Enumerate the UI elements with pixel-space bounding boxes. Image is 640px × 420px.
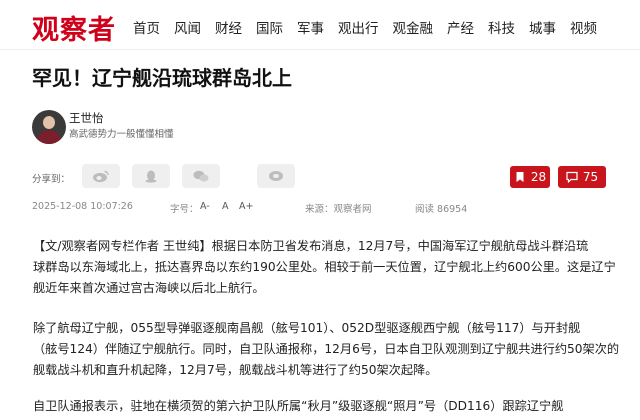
nav-item-international[interactable]: 国际 bbox=[256, 17, 283, 37]
like-count: 28 bbox=[530, 170, 547, 184]
qq-icon bbox=[145, 170, 157, 183]
share-more-button[interactable] bbox=[257, 164, 295, 188]
bookmark-icon bbox=[516, 172, 524, 182]
nav-item-video[interactable]: 视频 bbox=[570, 17, 597, 37]
comment-count: 75 bbox=[582, 170, 599, 184]
share-qq-button[interactable] bbox=[132, 164, 170, 188]
article-paragraph: 自卫队通报表示，驻地在横须贺的第六护卫队所属“秋月”级驱逐舰“照月”号（DD11… bbox=[33, 399, 564, 413]
site-logo[interactable]: 观察者 bbox=[32, 8, 116, 47]
avatar-head bbox=[43, 116, 55, 129]
article-source: 来源：观察者网 bbox=[305, 204, 372, 215]
author-description: 高武德势力一般懂懂相懂 bbox=[69, 129, 174, 140]
nav-item-industry[interactable]: 产经 bbox=[447, 17, 474, 37]
font-smaller-button[interactable]: A- bbox=[200, 201, 210, 212]
avatar-body bbox=[37, 130, 61, 144]
article-paragraph: 除了航母辽宁舰，055型导弹驱逐舰南昌舰（舷号101）、052D型驱逐舰西宁舰（… bbox=[33, 321, 620, 377]
font-size-label: 字号： bbox=[170, 204, 199, 215]
nav-item-city[interactable]: 城事 bbox=[529, 17, 556, 37]
font-normal-button[interactable]: A bbox=[222, 201, 229, 212]
top-navbar: 观察者 首页 风闻 财经 国际 军事 观出行 观金融 产经 科技 城事 视频 bbox=[0, 0, 640, 50]
like-button[interactable]: 28 bbox=[510, 166, 550, 188]
nav-item-travel[interactable]: 观出行 bbox=[338, 17, 379, 37]
nav-item-finance-view[interactable]: 观金融 bbox=[393, 17, 434, 37]
share-wechat-button[interactable] bbox=[182, 164, 220, 188]
nav-item-home[interactable]: 首页 bbox=[133, 17, 160, 37]
wechat-icon bbox=[193, 170, 209, 182]
nav-item-fengwen[interactable]: 风闻 bbox=[174, 17, 201, 37]
author-name[interactable]: 王世怡 bbox=[69, 110, 104, 126]
main-nav: 首页 风闻 财经 国际 军事 观出行 观金融 产经 科技 城事 视频 bbox=[133, 17, 611, 37]
more-icon bbox=[269, 171, 283, 181]
article-paragraph: 【文/观察者网专栏作者 王世纯】根据日本防卫省发布消息，12月7号，中国海军辽宁… bbox=[33, 239, 616, 295]
share-weibo-button[interactable] bbox=[82, 164, 120, 188]
font-larger-button[interactable]: A+ bbox=[239, 201, 253, 212]
nav-item-finance[interactable]: 财经 bbox=[215, 17, 242, 37]
share-label: 分享到： bbox=[32, 174, 71, 185]
nav-item-tech[interactable]: 科技 bbox=[488, 17, 515, 37]
publish-datetime: 2025-12-08 10:07:26 bbox=[32, 201, 133, 212]
weibo-icon bbox=[93, 170, 109, 183]
comment-button[interactable]: 75 bbox=[558, 166, 606, 188]
article-title: 罕见！辽宁舰沿琉球群岛北上 bbox=[32, 66, 292, 90]
view-count: 阅读 86954 bbox=[415, 204, 468, 215]
comment-icon bbox=[566, 171, 578, 183]
nav-item-military[interactable]: 军事 bbox=[297, 17, 324, 37]
author-avatar[interactable] bbox=[32, 110, 66, 144]
